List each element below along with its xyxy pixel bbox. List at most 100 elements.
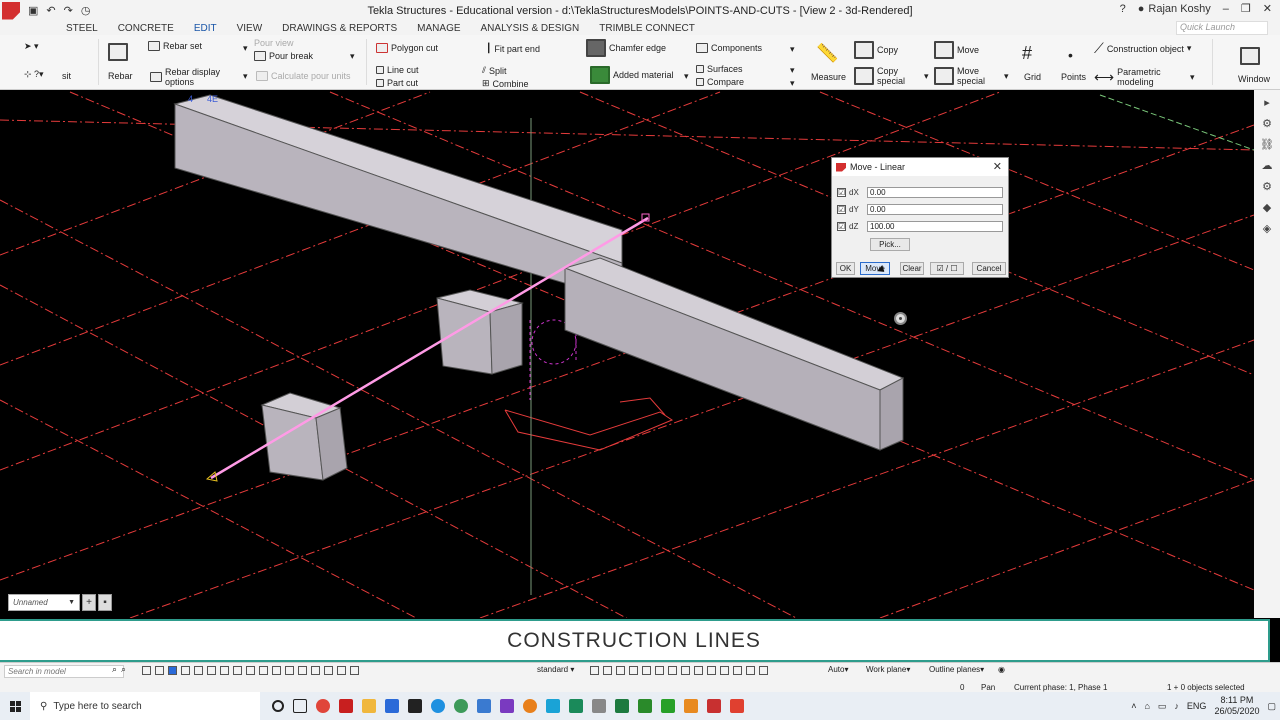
parametric-modeling-dropdown-icon[interactable]: ▾ <box>1190 72 1195 83</box>
quick-launch-input[interactable]: Quick Launch <box>1176 21 1268 35</box>
copy-special-button[interactable]: Copy special <box>854 66 905 86</box>
compare-dropdown-icon[interactable]: ▾ <box>790 78 795 89</box>
split-button[interactable]: ⫽ Split <box>482 65 507 76</box>
dx-checkbox[interactable]: ☑ <box>837 188 846 197</box>
select-groups-icon[interactable] <box>324 666 334 675</box>
snap-center-icon[interactable] <box>629 666 638 675</box>
column-block-middle[interactable] <box>436 289 524 375</box>
notifications-icon[interactable]: ▢ <box>1267 701 1276 712</box>
select-cuts-icon[interactable] <box>207 666 217 675</box>
tab-analysis-design[interactable]: ANALYSIS & DESIGN <box>471 23 590 34</box>
snap-grid-icon[interactable] <box>733 666 742 675</box>
cancel-button[interactable]: Cancel <box>972 262 1006 275</box>
outline-planes-dropdown[interactable]: Outline planes▾ <box>929 665 984 676</box>
battery-icon[interactable]: ▭ <box>1158 701 1167 712</box>
construction-object-button[interactable]: ⟋ Construction object ▾ <box>1094 40 1191 57</box>
store-icon[interactable] <box>385 699 399 713</box>
chrome-icon[interactable] <box>316 699 330 713</box>
snap-intersection-icon[interactable] <box>655 666 664 675</box>
expand-arrow-icon[interactable]: ▸ <box>1264 96 1270 109</box>
snap-override-icon[interactable] <box>759 666 768 675</box>
dy-checkbox[interactable]: ☑ <box>837 205 846 214</box>
toggle-all-button[interactable]: ☑ / ☐ <box>930 262 964 275</box>
combine-button[interactable]: ⊞ Combine <box>482 78 529 89</box>
file-explorer-icon[interactable] <box>362 699 376 713</box>
history-icon[interactable]: ◷ <box>81 4 91 17</box>
tab-edit[interactable]: EDIT <box>184 23 227 34</box>
model-search-input[interactable]: Search in model <box>4 665 124 678</box>
work-plane-dropdown[interactable]: Work plane▾ <box>866 665 910 676</box>
tab-trimble-connect[interactable]: TRIMBLE CONNECT <box>589 23 705 34</box>
select-tool-icon[interactable] <box>142 666 152 675</box>
select-bolts-icon[interactable] <box>194 666 204 675</box>
snap-line-icon[interactable] <box>681 666 690 675</box>
snap-extension-icon[interactable] <box>720 666 729 675</box>
select-planes-icon[interactable] <box>246 666 256 675</box>
rebar-set-dropdown-icon[interactable]: ▾ <box>243 43 248 54</box>
app-icon-orange[interactable] <box>684 699 698 713</box>
copy-button[interactable]: Copy <box>854 41 898 59</box>
redo-icon[interactable]: ↷ <box>64 4 73 17</box>
parametric-modeling-button[interactable]: ⟷ Parametric modeling <box>1094 67 1161 87</box>
rebar-button[interactable] <box>108 43 128 61</box>
beam-lower[interactable] <box>563 257 905 451</box>
tab-drawings-reports[interactable]: DRAWINGS & REPORTS <box>272 23 407 34</box>
rebar-display-options-button[interactable]: Rebar display options <box>150 67 220 87</box>
dialog-close-icon[interactable]: ✕ <box>993 160 1002 173</box>
clock[interactable]: 8:11 PM 26/05/2020 <box>1214 695 1259 717</box>
pour-break-dropdown-icon[interactable]: ▾ <box>350 51 355 62</box>
visibility-icon[interactable]: ◉ <box>998 665 1005 676</box>
snap-free-icon[interactable] <box>694 666 703 675</box>
tab-view[interactable]: VIEW <box>227 23 273 34</box>
select-rebars-icon[interactable] <box>285 666 295 675</box>
calculate-pour-units-button[interactable]: Calculate pour units <box>256 71 351 81</box>
beam-upper[interactable] <box>173 94 623 301</box>
model-canvas[interactable]: 4 4E <box>0 90 1254 618</box>
cube-icon[interactable]: ◆ <box>1263 201 1271 214</box>
windows-start-button[interactable] <box>0 692 30 720</box>
select-assemblies-icon[interactable] <box>272 666 282 675</box>
select-filter-icon[interactable] <box>350 666 360 675</box>
tekla-taskbar-icon[interactable] <box>707 699 721 713</box>
select-arrow-icon[interactable]: ➤ ▾ <box>24 41 39 52</box>
acrobat-icon[interactable] <box>339 699 353 713</box>
select-parts-icon[interactable] <box>168 666 178 675</box>
snap-geometry-icon[interactable] <box>603 666 612 675</box>
polygon-cut-button[interactable]: Polygon cut <box>376 43 438 53</box>
rebar-set-button[interactable]: Rebar set <box>148 41 202 51</box>
app-icon-gray[interactable] <box>592 699 606 713</box>
task-view-icon[interactable] <box>293 699 307 713</box>
select-welds-icon[interactable] <box>181 666 191 675</box>
move-special-button[interactable]: Move special <box>934 66 985 86</box>
skype-icon[interactable] <box>431 699 445 713</box>
view-name-dropdown[interactable]: Unnamed ▼ <box>8 594 80 611</box>
snap-end-icon[interactable] <box>616 666 625 675</box>
app-icon-cyan[interactable] <box>546 699 560 713</box>
grid-icon[interactable]: # <box>1022 43 1032 64</box>
search-icon[interactable]: ⌕ <box>112 664 117 675</box>
select-misc-icon[interactable] <box>337 666 347 675</box>
construction-line[interactable] <box>210 216 649 480</box>
clear-button[interactable]: Clear <box>900 262 924 275</box>
dz-field[interactable]: 100.00 <box>867 221 1003 232</box>
auto-dropdown[interactable]: Auto▾ <box>828 665 848 676</box>
app-icon-dark-green[interactable] <box>638 699 652 713</box>
pour-break-button[interactable]: Pour break <box>254 51 313 61</box>
taskbar-search[interactable]: ⚲ Type here to search <box>30 692 260 720</box>
snap-point-marker[interactable] <box>894 312 907 325</box>
window-icon[interactable] <box>1240 47 1260 65</box>
select-components-icon[interactable] <box>259 666 269 675</box>
save-icon[interactable]: ▣ <box>28 4 38 17</box>
volume-icon[interactable]: ♪ <box>1174 701 1179 711</box>
close-button[interactable]: ✕ <box>1263 2 1272 15</box>
snap-plane-icon[interactable] <box>746 666 755 675</box>
chamfer-edge-button[interactable]: Chamfer edge <box>586 39 666 57</box>
fit-part-end-button[interactable]: ┃ Fit part end <box>486 43 540 54</box>
view-menu-button[interactable]: ▪ <box>98 594 112 611</box>
properties-icon[interactable]: ⚙ <box>1262 117 1272 130</box>
camtasia-icon[interactable] <box>661 699 675 713</box>
select-all-icon[interactable] <box>155 666 165 675</box>
ok-button[interactable]: OK <box>836 262 855 275</box>
add-view-button[interactable]: + <box>82 594 96 611</box>
snap-nearest-icon[interactable] <box>707 666 716 675</box>
